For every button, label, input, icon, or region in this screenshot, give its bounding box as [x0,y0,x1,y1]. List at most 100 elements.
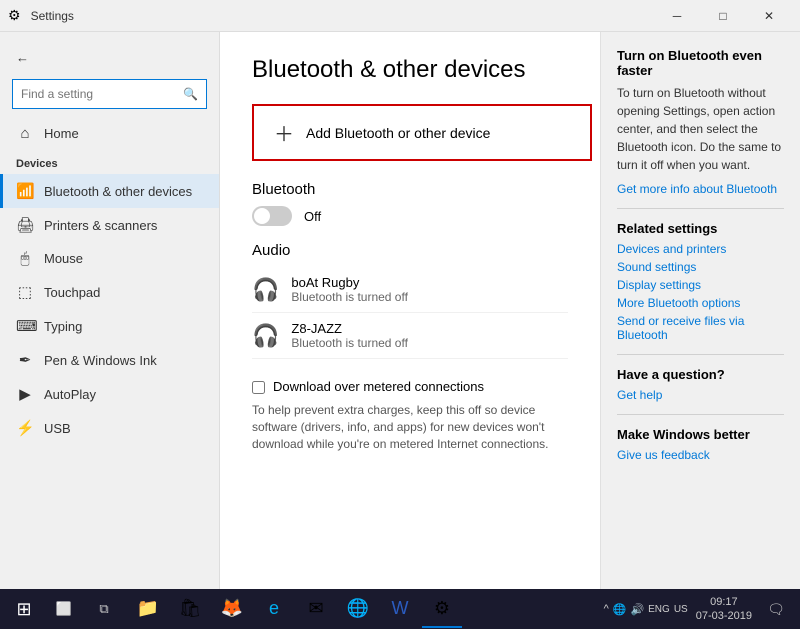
faster-link[interactable]: Get more info about Bluetooth [617,182,784,196]
close-button[interactable]: ✕ [746,0,792,32]
download-checkbox-desc: To help prevent extra charges, keep this… [252,402,568,452]
device-status: Bluetooth is turned off [291,290,408,304]
back-arrow-icon: ← [16,50,29,65]
audio-device-item: 🎧 Z8-JAZZ Bluetooth is turned off [252,313,568,359]
network-icon: 🌐 [613,603,627,616]
minimize-button[interactable]: ─ [654,0,700,32]
device-name: boAt Rugby [291,275,408,290]
main-content: Bluetooth & other devices ＋ Add Bluetoot… [220,32,600,629]
taskbar-edge[interactable]: e [254,590,294,628]
usb-label: USB [44,421,71,436]
taskbar-word[interactable]: W [380,590,420,628]
printers-label: Printers & scanners [44,218,157,233]
start-button[interactable]: ⊞ [4,589,44,629]
edge-icon: e [269,598,279,619]
search-input[interactable] [21,87,183,101]
taskbar-mail[interactable]: ✉ [296,590,336,628]
pen-label: Pen & Windows Ink [44,353,157,368]
add-icon: ＋ [274,118,294,147]
typing-label: Typing [44,319,82,334]
taskbar: ⊞ ⬜ ⧉ 📁 🛍 🦊 e ✉ 🌐 W ⚙ ^ 🌐 🔊 ENG US 09:17… [0,589,800,629]
related-link[interactable]: Devices and printers [617,242,784,256]
store-icon: 🛍 [179,598,202,619]
autoplay-icon: ▶ [16,385,34,403]
home-icon: ⌂ [16,125,34,142]
divider-3 [617,414,784,415]
related-links-list: Devices and printers Sound settings Displa… [617,242,784,342]
add-bluetooth-button[interactable]: ＋ Add Bluetooth or other device [252,104,592,161]
app-container: ← 🔍 ⌂ Home Devices 📶 Bluetooth & other d… [0,32,800,629]
related-link[interactable]: Send or receive files via Bluetooth [617,314,784,342]
clock[interactable]: 09:17 07-03-2019 [692,595,756,624]
question-link[interactable]: Get help [617,388,784,402]
system-tray: ^ 🌐 🔊 ENG US [604,603,688,616]
taskview-btn[interactable]: ⧉ [84,589,124,629]
chevron-icon[interactable]: ^ [604,603,609,615]
sidebar-items-list: 📶 Bluetooth & other devices 🖨 Printers &… [0,174,219,445]
autoplay-label: AutoPlay [44,387,96,402]
word-icon: W [392,598,409,619]
touchpad-label: Touchpad [44,285,100,300]
search-icon: 🔍 [183,87,198,101]
time-display: 09:17 [696,595,752,609]
search-taskbar-btn[interactable]: ⬜ [44,589,84,629]
device-status: Bluetooth is turned off [291,336,408,350]
bluetooth-label: Bluetooth & other devices [44,184,192,199]
related-link[interactable]: More Bluetooth options [617,296,784,310]
sidebar-item-typing[interactable]: ⌨ Typing [0,309,219,343]
pen-icon: ✒ [16,351,34,369]
toggle-state-label: Off [304,209,321,224]
divider-2 [617,354,784,355]
related-link[interactable]: Sound settings [617,260,784,274]
related-link[interactable]: Display settings [617,278,784,292]
taskbar-store[interactable]: 🛍 [170,590,210,628]
better-title: Make Windows better [617,427,784,442]
sidebar-item-bluetooth[interactable]: 📶 Bluetooth & other devices [0,174,219,208]
question-title: Have a question? [617,367,784,382]
firefox-icon: 🦊 [221,598,243,619]
faster-desc: To turn on Bluetooth without opening Set… [617,84,784,174]
touchpad-icon: ⬚ [16,283,34,301]
sidebar-item-pen[interactable]: ✒ Pen & Windows Ink [0,343,219,377]
headphone-icon: 🎧 [252,277,279,303]
taskview-icon: ⧉ [99,601,108,617]
taskbar-explorer[interactable]: 📁 [128,590,168,628]
device-name: Z8-JAZZ [291,321,408,336]
taskbar-chrome[interactable]: 🌐 [338,590,378,628]
notification-btn[interactable]: 🗨 [756,589,796,629]
lang-label: ENG [648,604,670,615]
sidebar-item-mouse[interactable]: 🖱 Mouse [0,242,219,275]
headphone-icon: 🎧 [252,323,279,349]
sidebar: ← 🔍 ⌂ Home Devices 📶 Bluetooth & other d… [0,32,220,629]
taskbar-settings[interactable]: ⚙ [422,590,462,628]
maximize-button[interactable]: □ [700,0,746,32]
bluetooth-toggle[interactable] [252,206,292,226]
sidebar-item-printers[interactable]: 🖨 Printers & scanners [0,208,219,242]
typing-icon: ⌨ [16,317,34,335]
back-button[interactable]: ← [0,44,219,71]
audio-section-label: Audio [252,242,568,259]
better-link[interactable]: Give us feedback [617,448,784,462]
search-box[interactable]: 🔍 [12,79,207,109]
notification-icon: 🗨 [767,601,785,618]
audio-devices-list: 🎧 boAt Rugby Bluetooth is turned off 🎧 Z… [252,267,568,359]
home-label: Home [44,126,79,141]
sidebar-item-usb[interactable]: ⚡ USB [0,411,219,445]
download-checkbox-label: Download over metered connections [273,379,484,394]
settings-icon: ⚙ [434,598,450,619]
mouse-label: Mouse [44,251,83,266]
download-checkbox[interactable] [252,381,265,394]
related-title: Related settings [617,221,784,236]
sidebar-item-touchpad[interactable]: ⬚ Touchpad [0,275,219,309]
sidebar-item-home[interactable]: ⌂ Home [0,117,219,150]
mail-icon: ✉ [308,598,323,619]
taskbar-firefox[interactable]: 🦊 [212,590,252,628]
audio-device-item: 🎧 boAt Rugby Bluetooth is turned off [252,267,568,313]
window-controls: ─ □ ✕ [654,0,792,32]
right-panel: Turn on Bluetooth even faster To turn on… [600,32,800,629]
search-taskbar-icon: ⬜ [56,601,72,617]
mouse-icon: 🖱 [16,250,34,267]
bluetooth-icon: 📶 [16,182,34,200]
divider-1 [617,208,784,209]
sidebar-item-autoplay[interactable]: ▶ AutoPlay [0,377,219,411]
